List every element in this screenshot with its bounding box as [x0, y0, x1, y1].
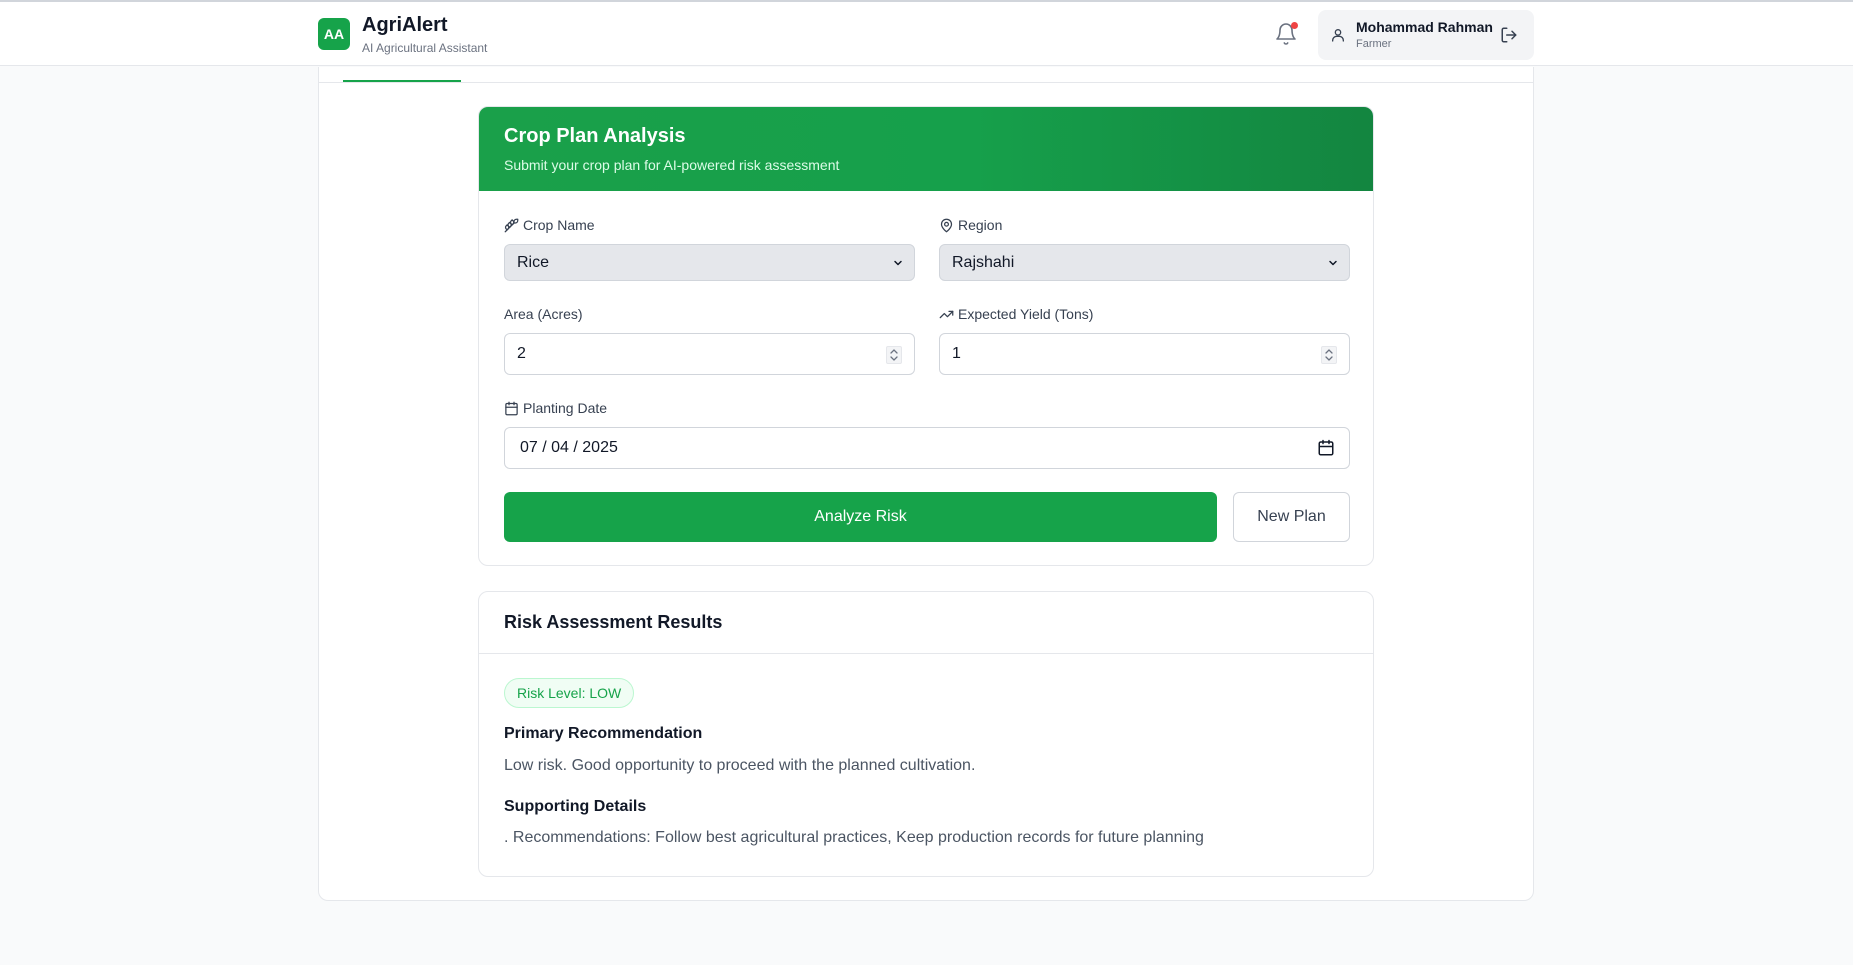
chevron-down-icon — [894, 260, 902, 266]
region-label-text: Region — [958, 217, 1003, 233]
planting-date-label: Planting Date — [504, 400, 607, 416]
crop-plan-card: Crop Plan Analysis Submit your crop plan… — [478, 106, 1374, 566]
area-label-text: Area (Acres) — [504, 306, 583, 322]
stepper-arrows-icon — [1325, 349, 1333, 361]
trending-up-icon — [939, 310, 954, 318]
active-tab-indicator — [343, 80, 461, 82]
area-stepper[interactable] — [886, 346, 902, 364]
crop-name-label-text: Crop Name — [523, 217, 595, 233]
risk-level-badge: Risk Level: LOW — [504, 678, 635, 708]
crop-name-value: Rice — [517, 253, 550, 271]
app-logo: AA — [318, 18, 350, 50]
calendar-icon — [505, 401, 518, 415]
planting-date-label-text: Planting Date — [523, 400, 608, 416]
results-title: Risk Assessment Results — [504, 612, 723, 632]
planting-date-input[interactable]: 07 / 04 / 2025 — [504, 427, 1350, 469]
logout-icon[interactable] — [1500, 26, 1518, 44]
risk-results-card: Risk Assessment Results Risk Level: LOW … — [478, 591, 1374, 877]
area-input[interactable]: 2 — [504, 333, 915, 375]
region-value: Rajshahi — [952, 253, 1015, 271]
notification-dot — [1291, 22, 1298, 29]
analyze-risk-button[interactable]: Analyze Risk — [504, 492, 1217, 542]
app-header: AA AgriAlert AI Agricultural Assistant M… — [0, 2, 1853, 66]
results-divider — [479, 653, 1373, 654]
yield-stepper[interactable] — [1321, 346, 1337, 364]
user-name: Mohammad Rahman — [1356, 19, 1493, 35]
region-label: Region — [939, 217, 1002, 233]
map-pin-icon — [940, 218, 953, 232]
chevron-down-icon — [1329, 260, 1337, 266]
stepper-arrows-icon — [890, 349, 898, 361]
user-menu[interactable]: Mohammad Rahman Farmer — [1318, 10, 1534, 60]
yield-label-text: Expected Yield (Tons) — [958, 306, 1094, 322]
wheat-icon — [504, 218, 519, 232]
yield-input[interactable]: 1 — [939, 333, 1350, 375]
notifications-button[interactable] — [1274, 22, 1298, 46]
user-icon — [1332, 29, 1344, 42]
primary-recommendation-title: Primary Recommendation — [504, 725, 703, 742]
crop-name-label: Crop Name — [504, 217, 595, 233]
user-role: Farmer — [1356, 38, 1392, 50]
app-title: AgriAlert — [362, 14, 448, 36]
new-plan-button[interactable]: New Plan — [1233, 492, 1350, 542]
primary-recommendation-text: Low risk. Good opportunity to proceed wi… — [504, 757, 976, 774]
crop-plan-subtitle: Submit your crop plan for AI-powered ris… — [504, 157, 840, 173]
planting-date-value: 07 / 04 / 2025 — [520, 439, 618, 456]
region-select[interactable]: Rajshahi — [939, 244, 1350, 281]
crop-plan-title: Crop Plan Analysis — [504, 125, 686, 147]
tab-divider — [318, 82, 1534, 83]
app-subtitle: AI Agricultural Assistant — [362, 41, 488, 55]
area-value: 2 — [517, 345, 526, 362]
supporting-details-text: . Recommendations: Follow best agricultu… — [504, 829, 1204, 846]
yield-label: Expected Yield (Tons) — [939, 306, 1093, 322]
supporting-details-title: Supporting Details — [504, 798, 647, 815]
area-label: Area (Acres) — [504, 306, 583, 322]
yield-value: 1 — [952, 345, 961, 362]
calendar-picker-icon[interactable] — [1317, 439, 1335, 457]
crop-plan-header: Crop Plan Analysis Submit your crop plan… — [479, 107, 1373, 191]
crop-name-select[interactable]: Rice — [504, 244, 915, 281]
